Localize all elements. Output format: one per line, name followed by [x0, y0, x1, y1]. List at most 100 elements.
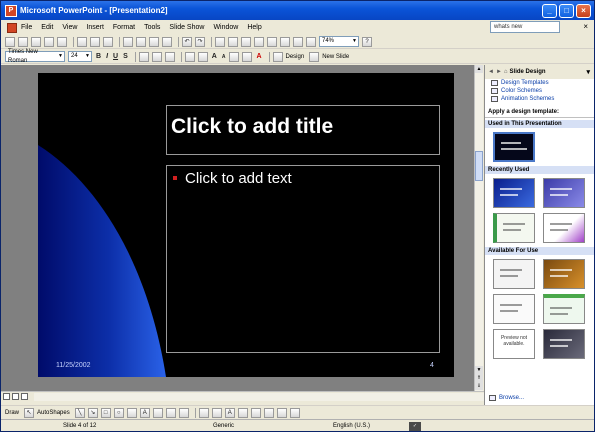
- numbering-icon[interactable]: [184, 51, 195, 62]
- document-icon[interactable]: [7, 22, 17, 33]
- template-thumbnail[interactable]: [493, 132, 535, 162]
- spelling-icon[interactable]: [103, 36, 113, 47]
- slide-show-view-icon[interactable]: [21, 393, 28, 400]
- dash-style-icon[interactable]: [250, 407, 261, 418]
- template-thumbnail[interactable]: [543, 178, 585, 208]
- template-thumbnail[interactable]: [543, 329, 585, 359]
- zoom-combo[interactable]: 74% ▼: [319, 36, 359, 47]
- chevron-down-icon[interactable]: ▾: [586, 68, 590, 76]
- template-thumbnail[interactable]: [543, 213, 585, 243]
- bullets-icon[interactable]: [197, 51, 208, 62]
- previous-slide-icon[interactable]: ⇑: [475, 374, 483, 382]
- maximize-icon[interactable]: □: [559, 3, 574, 18]
- design-button[interactable]: Design: [286, 54, 305, 60]
- insert-table-icon[interactable]: [228, 36, 238, 47]
- menu-format[interactable]: Format: [113, 24, 135, 31]
- underline-button[interactable]: U: [112, 52, 119, 62]
- show-grid-icon[interactable]: [293, 36, 303, 47]
- powerpoint-icon[interactable]: P: [5, 4, 17, 17]
- increase-font-size-button[interactable]: A: [211, 52, 218, 62]
- fill-color-icon[interactable]: [198, 407, 209, 418]
- shadow-button[interactable]: S: [122, 52, 129, 62]
- expand-all-icon[interactable]: [267, 36, 277, 47]
- scroll-down-icon[interactable]: ▼: [475, 366, 483, 374]
- vertical-scrollbar[interactable]: ▲ ▼ ⇑ ⇓: [474, 65, 483, 391]
- template-thumbnail[interactable]: [493, 259, 535, 289]
- animation-schemes-link[interactable]: Animation Schemes: [485, 95, 594, 103]
- cut-icon[interactable]: [123, 36, 133, 47]
- close-document-icon[interactable]: ×: [583, 22, 588, 31]
- insert-hyperlink-icon[interactable]: [254, 36, 264, 47]
- copy-icon[interactable]: [136, 36, 146, 47]
- date-placeholder[interactable]: 11/25/2002: [56, 362, 91, 369]
- font-color-button[interactable]: A: [255, 52, 262, 62]
- line-style-icon[interactable]: [237, 407, 248, 418]
- minimize-icon[interactable]: _: [542, 3, 557, 18]
- forward-icon[interactable]: ►: [496, 69, 502, 75]
- template-thumbnail[interactable]: [493, 178, 535, 208]
- back-icon[interactable]: ◄: [488, 69, 494, 75]
- new-slide-button[interactable]: New Slide: [322, 54, 349, 60]
- picture-icon[interactable]: [178, 407, 189, 418]
- select-objects-icon[interactable]: ↖: [24, 407, 35, 418]
- template-thumbnail[interactable]: [493, 213, 535, 243]
- format-painter-icon[interactable]: [162, 36, 172, 47]
- ask-question-box[interactable]: whats new: [490, 21, 560, 33]
- help-icon[interactable]: ?: [362, 36, 372, 47]
- autoshapes-menu[interactable]: AutoShapes: [37, 410, 70, 416]
- template-thumbnail[interactable]: Preview not available.: [493, 329, 535, 359]
- color-grayscale-icon[interactable]: [306, 36, 316, 47]
- decrease-font-size-button[interactable]: A: [221, 52, 227, 62]
- redo-icon[interactable]: ↷: [195, 36, 205, 47]
- wordart-icon[interactable]: A: [139, 407, 150, 418]
- permission-icon[interactable]: [44, 36, 54, 47]
- email-icon[interactable]: [57, 36, 67, 47]
- design-icon[interactable]: [272, 51, 283, 62]
- menu-edit[interactable]: Edit: [41, 24, 53, 31]
- line-icon[interactable]: ╲: [74, 407, 85, 418]
- save-icon[interactable]: [31, 36, 41, 47]
- browse-link[interactable]: Browse...: [489, 395, 524, 401]
- menu-file[interactable]: File: [21, 24, 32, 31]
- slide-number-placeholder[interactable]: 4: [430, 362, 434, 369]
- undo-icon[interactable]: ↶: [182, 36, 192, 47]
- horizontal-scrollbar[interactable]: [1, 391, 484, 401]
- menu-slide-show[interactable]: Slide Show: [169, 24, 204, 31]
- design-templates-link[interactable]: Design Templates: [485, 79, 594, 87]
- oval-icon[interactable]: ○: [113, 407, 124, 418]
- title-placeholder[interactable]: Click to add title: [166, 105, 440, 155]
- new-slide-icon[interactable]: [309, 51, 320, 62]
- 3d-style-icon[interactable]: [289, 407, 300, 418]
- open-icon[interactable]: [18, 36, 28, 47]
- template-thumbnail[interactable]: [543, 259, 585, 289]
- decrease-indent-icon[interactable]: [229, 51, 240, 62]
- spelling-status-icon[interactable]: ✓: [409, 422, 421, 431]
- template-thumbnail[interactable]: [493, 294, 535, 324]
- menu-tools[interactable]: Tools: [144, 24, 160, 31]
- increase-indent-icon[interactable]: [242, 51, 253, 62]
- scroll-up-icon[interactable]: ▲: [475, 65, 483, 73]
- close-icon[interactable]: ×: [576, 3, 591, 18]
- arrow-style-icon[interactable]: [263, 407, 274, 418]
- template-thumbnail[interactable]: [543, 294, 585, 324]
- menu-insert[interactable]: Insert: [86, 24, 104, 31]
- print-preview-icon[interactable]: [90, 36, 100, 47]
- rectangle-icon[interactable]: □: [100, 407, 111, 418]
- scroll-track[interactable]: [34, 392, 484, 401]
- align-left-icon[interactable]: [138, 51, 149, 62]
- diagram-icon[interactable]: [152, 407, 163, 418]
- clip-art-icon[interactable]: [165, 407, 176, 418]
- shadow-style-icon[interactable]: [276, 407, 287, 418]
- print-icon[interactable]: [77, 36, 87, 47]
- align-right-icon[interactable]: [164, 51, 175, 62]
- tables-borders-icon[interactable]: [241, 36, 251, 47]
- line-color-icon[interactable]: [211, 407, 222, 418]
- next-slide-icon[interactable]: ⇓: [475, 382, 483, 390]
- home-icon[interactable]: ⌂: [504, 69, 508, 75]
- arrow-icon[interactable]: ↘: [87, 407, 98, 418]
- slide-canvas[interactable]: Click to add title Click to add text 11/…: [38, 73, 454, 377]
- body-placeholder[interactable]: Click to add text: [166, 165, 440, 353]
- insert-chart-icon[interactable]: [215, 36, 225, 47]
- color-schemes-link[interactable]: Color Schemes: [485, 87, 594, 95]
- menu-view[interactable]: View: [62, 24, 77, 31]
